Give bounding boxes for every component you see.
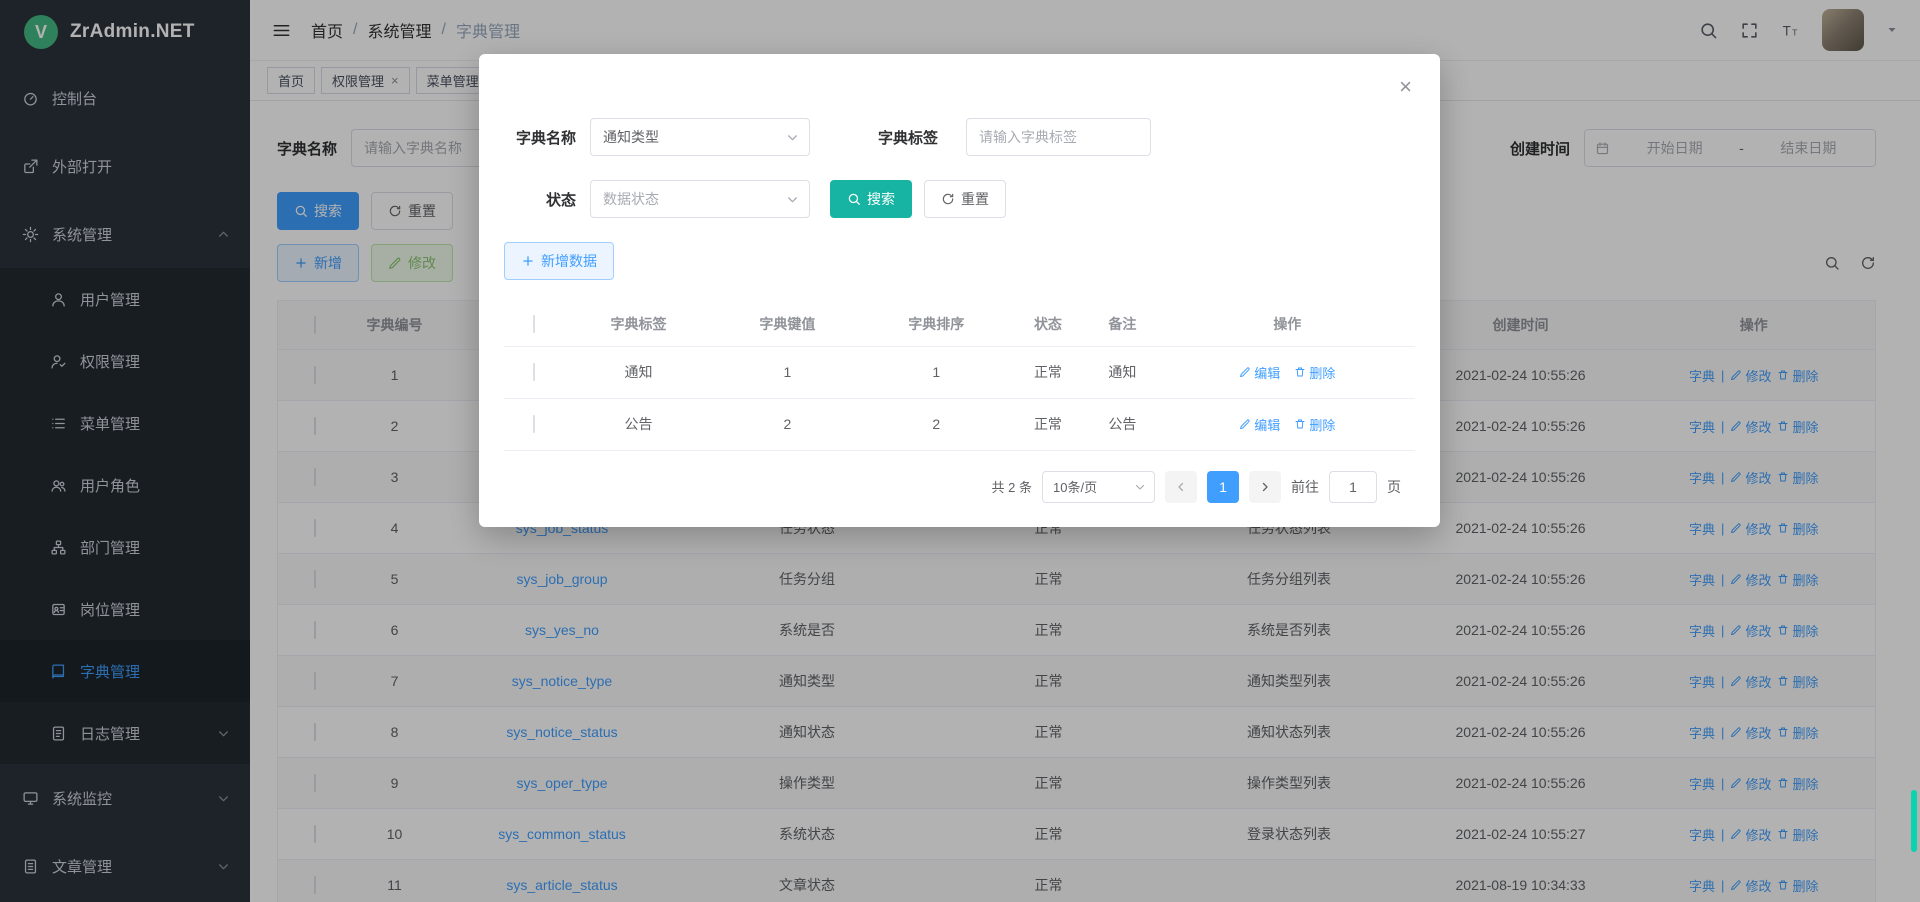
cell-label: 公告 bbox=[564, 398, 713, 450]
cell-label: 通知 bbox=[564, 346, 713, 398]
trash-icon bbox=[1294, 366, 1306, 378]
scrollbar-thumb[interactable] bbox=[1911, 790, 1917, 852]
cell-status: 正常 bbox=[1011, 398, 1085, 450]
edit-icon bbox=[1239, 418, 1251, 430]
select-placeholder: 数据状态 bbox=[603, 189, 659, 209]
row-checkbox[interactable] bbox=[533, 363, 535, 381]
row-edit-link[interactable]: 编辑 bbox=[1239, 363, 1280, 382]
cell-value: 2 bbox=[713, 398, 862, 450]
close-icon[interactable]: × bbox=[1399, 76, 1412, 98]
trash-icon bbox=[1294, 418, 1306, 430]
dict-data-table: 字典标签 字典键值 字典排序 状态 备注 操作 通知 1 1 正常 通知 bbox=[504, 302, 1415, 451]
page-size-value: 10条/页 bbox=[1053, 477, 1097, 496]
dialog-reset-label: 重置 bbox=[961, 189, 989, 209]
dialog-search-button[interactable]: 搜索 bbox=[830, 180, 912, 218]
edit-icon bbox=[1239, 366, 1251, 378]
cell-remark: 通知 bbox=[1085, 346, 1159, 398]
dialog-table-row: 公告 2 2 正常 公告 编辑 删除 bbox=[504, 398, 1415, 450]
cell-sort: 1 bbox=[862, 346, 1011, 398]
dialog-filter-row-2: 状态 数据状态 搜索 重置 bbox=[504, 180, 1415, 218]
goto-page-input[interactable] bbox=[1329, 471, 1377, 503]
column-header-ops: 操作 bbox=[1160, 302, 1415, 346]
dialog-filter-row-1: 字典名称 通知类型 字典标签 bbox=[504, 118, 1415, 156]
chevron-down-icon bbox=[786, 193, 799, 206]
row-edit-link[interactable]: 编辑 bbox=[1239, 415, 1280, 434]
chevron-down-icon bbox=[1134, 481, 1146, 493]
dialog-dict-label-label: 字典标签 bbox=[868, 127, 938, 148]
prev-page-button[interactable] bbox=[1165, 471, 1197, 503]
cell-remark: 公告 bbox=[1085, 398, 1159, 450]
dialog-search-label: 搜索 bbox=[867, 189, 895, 209]
dict-data-dialog: × 字典名称 通知类型 字典标签 状态 数据状态 搜索 重置 新增数据 bbox=[479, 54, 1440, 527]
row-checkbox[interactable] bbox=[533, 415, 535, 433]
cell-sort: 2 bbox=[862, 398, 1011, 450]
column-header-value: 字典键值 bbox=[713, 302, 862, 346]
dialog-reset-button[interactable]: 重置 bbox=[924, 180, 1006, 218]
search-icon bbox=[847, 192, 861, 206]
pagination-total: 共 2 条 bbox=[992, 477, 1032, 496]
refresh-icon bbox=[941, 192, 955, 206]
column-header-sort: 字典排序 bbox=[862, 302, 1011, 346]
cell-status: 正常 bbox=[1011, 346, 1085, 398]
dialog-status-label: 状态 bbox=[504, 189, 576, 210]
row-delete-link[interactable]: 删除 bbox=[1294, 415, 1335, 434]
dict-label-input[interactable] bbox=[966, 118, 1151, 156]
column-header-label: 字典标签 bbox=[564, 302, 713, 346]
plus-icon bbox=[521, 254, 535, 268]
column-header-status: 状态 bbox=[1011, 302, 1085, 346]
page-unit-label: 页 bbox=[1387, 477, 1401, 497]
cell-value: 1 bbox=[713, 346, 862, 398]
pagination: 共 2 条 10条/页 1 前往 页 bbox=[504, 471, 1415, 503]
column-header-remark: 备注 bbox=[1085, 302, 1159, 346]
select-value: 通知类型 bbox=[603, 127, 659, 147]
dialog-table-row: 通知 1 1 正常 通知 编辑 删除 bbox=[504, 346, 1415, 398]
page-size-select[interactable]: 10条/页 bbox=[1042, 471, 1155, 503]
add-data-button-label: 新增数据 bbox=[541, 251, 597, 271]
chevron-down-icon bbox=[786, 131, 799, 144]
next-page-button[interactable] bbox=[1249, 471, 1281, 503]
page-number-button[interactable]: 1 bbox=[1207, 471, 1239, 503]
select-all-checkbox[interactable] bbox=[533, 315, 535, 333]
dialog-table-header-row: 字典标签 字典键值 字典排序 状态 备注 操作 bbox=[504, 302, 1415, 346]
add-data-button[interactable]: 新增数据 bbox=[504, 242, 614, 280]
row-delete-link[interactable]: 删除 bbox=[1294, 363, 1335, 382]
dialog-dict-name-label: 字典名称 bbox=[504, 127, 576, 148]
dict-type-select[interactable]: 通知类型 bbox=[590, 118, 810, 156]
goto-label: 前往 bbox=[1291, 477, 1319, 497]
status-select[interactable]: 数据状态 bbox=[590, 180, 810, 218]
